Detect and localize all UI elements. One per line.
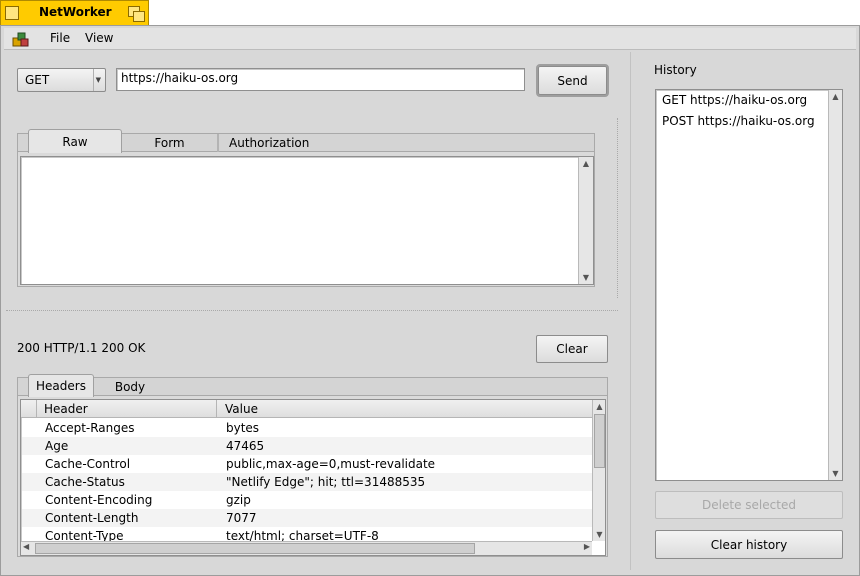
history-list[interactable]: GET https://haiku-os.org POST https://ha… (655, 89, 843, 481)
tab-authorization[interactable]: Authorization (218, 134, 594, 152)
cell-header: Content-Length (45, 511, 139, 525)
scroll-down-icon[interactable]: ▼ (579, 271, 593, 284)
table-row[interactable]: Content-Length 7077 (22, 509, 592, 527)
scroll-down-icon[interactable]: ▼ (829, 467, 842, 480)
send-button[interactable]: Send (536, 64, 609, 97)
window-tab[interactable]: NetWorker (0, 0, 149, 25)
history-scrollbar[interactable]: ▲ ▼ (828, 90, 842, 480)
cell-value: text/html; charset=UTF-8 (226, 529, 379, 541)
url-value: https://haiku-os.org (121, 71, 239, 85)
scroll-left-icon[interactable]: ◀ (23, 542, 29, 551)
table-row[interactable]: Cache-Status "Netlify Edge"; hit; ttl=314… (22, 473, 592, 491)
scroll-down-icon[interactable]: ▼ (593, 528, 605, 541)
tab-body[interactable]: Body (94, 378, 166, 396)
tab-raw[interactable]: Raw (28, 129, 122, 153)
cell-header: Cache-Control (45, 457, 131, 471)
scroll-right-icon[interactable]: ▶ (584, 542, 590, 551)
scroll-up-icon[interactable]: ▲ (579, 157, 593, 170)
cell-value: "Netlify Edge"; hit; ttl=31488535 (226, 475, 426, 489)
window-title: NetWorker (39, 5, 112, 19)
response-status: 200 HTTP/1.1 200 OK (17, 341, 146, 355)
headers-vscrollbar[interactable]: ▲ ▼ (592, 400, 605, 541)
menu-bar: File View (4, 28, 856, 50)
method-divider (93, 69, 94, 91)
delete-selected-button[interactable]: Delete selected (655, 491, 843, 519)
headers-hscrollbar[interactable]: ◀ ▶ (21, 541, 592, 555)
cell-header: Age (45, 439, 69, 453)
table-row[interactable]: Content-Type text/html; charset=UTF-8 (22, 527, 592, 541)
dropdown-arrow-icon: ▼ (95, 76, 101, 84)
method-value: GET (25, 73, 50, 87)
raw-body-textarea[interactable] (20, 156, 594, 285)
cell-value: gzip (226, 493, 251, 507)
clear-history-button[interactable]: Clear history (655, 530, 843, 559)
column-header-value[interactable]: Value (225, 402, 258, 416)
table-row[interactable]: Age 47465 (22, 437, 592, 455)
table-row[interactable]: Accept-Ranges bytes (22, 419, 592, 437)
url-input[interactable]: https://haiku-os.org (116, 68, 525, 91)
cell-header: Content-Encoding (45, 493, 153, 507)
tab-headers[interactable]: Headers (28, 374, 94, 397)
app-icon[interactable] (12, 31, 29, 47)
separator (6, 310, 618, 311)
cell-value: bytes (226, 421, 260, 435)
table-header: Header Value (21, 400, 592, 418)
cell-header: Cache-Status (45, 475, 125, 489)
column-header-header[interactable]: Header (44, 402, 88, 416)
history-item[interactable]: POST https://haiku-os.org (662, 114, 815, 128)
cell-header: Accept-Ranges (45, 421, 135, 435)
tab-form[interactable]: Form (122, 134, 218, 152)
headers-table[interactable]: Header Value Accept-Ranges bytes Age 47465… (20, 399, 606, 556)
scroll-up-icon[interactable]: ▲ (593, 400, 605, 413)
menu-file[interactable]: File (50, 31, 70, 45)
clear-response-button[interactable]: Clear (536, 335, 608, 363)
table-row[interactable]: Cache-Control public,max-age=0,must-reval… (22, 455, 592, 473)
scroll-up-icon[interactable]: ▲ (829, 90, 842, 103)
table-row[interactable]: Content-Encoding gzip (22, 491, 592, 509)
raw-scrollbar[interactable]: ▲ ▼ (578, 157, 593, 284)
cell-header: Content-Type (45, 529, 124, 541)
scroll-thumb[interactable] (594, 414, 605, 468)
close-box-icon[interactable] (5, 6, 19, 20)
menu-view[interactable]: View (85, 31, 113, 45)
history-item[interactable]: GET https://haiku-os.org (662, 93, 807, 107)
scroll-thumb[interactable] (35, 543, 475, 554)
cell-value: 47465 (226, 439, 265, 453)
cell-value: public,max-age=0,must-revalidate (226, 457, 436, 471)
zoom-box-icon[interactable] (128, 6, 145, 22)
separator (617, 118, 618, 298)
history-label: History (654, 63, 697, 77)
panel-divider (630, 52, 631, 570)
cell-value: 7077 (226, 511, 257, 525)
